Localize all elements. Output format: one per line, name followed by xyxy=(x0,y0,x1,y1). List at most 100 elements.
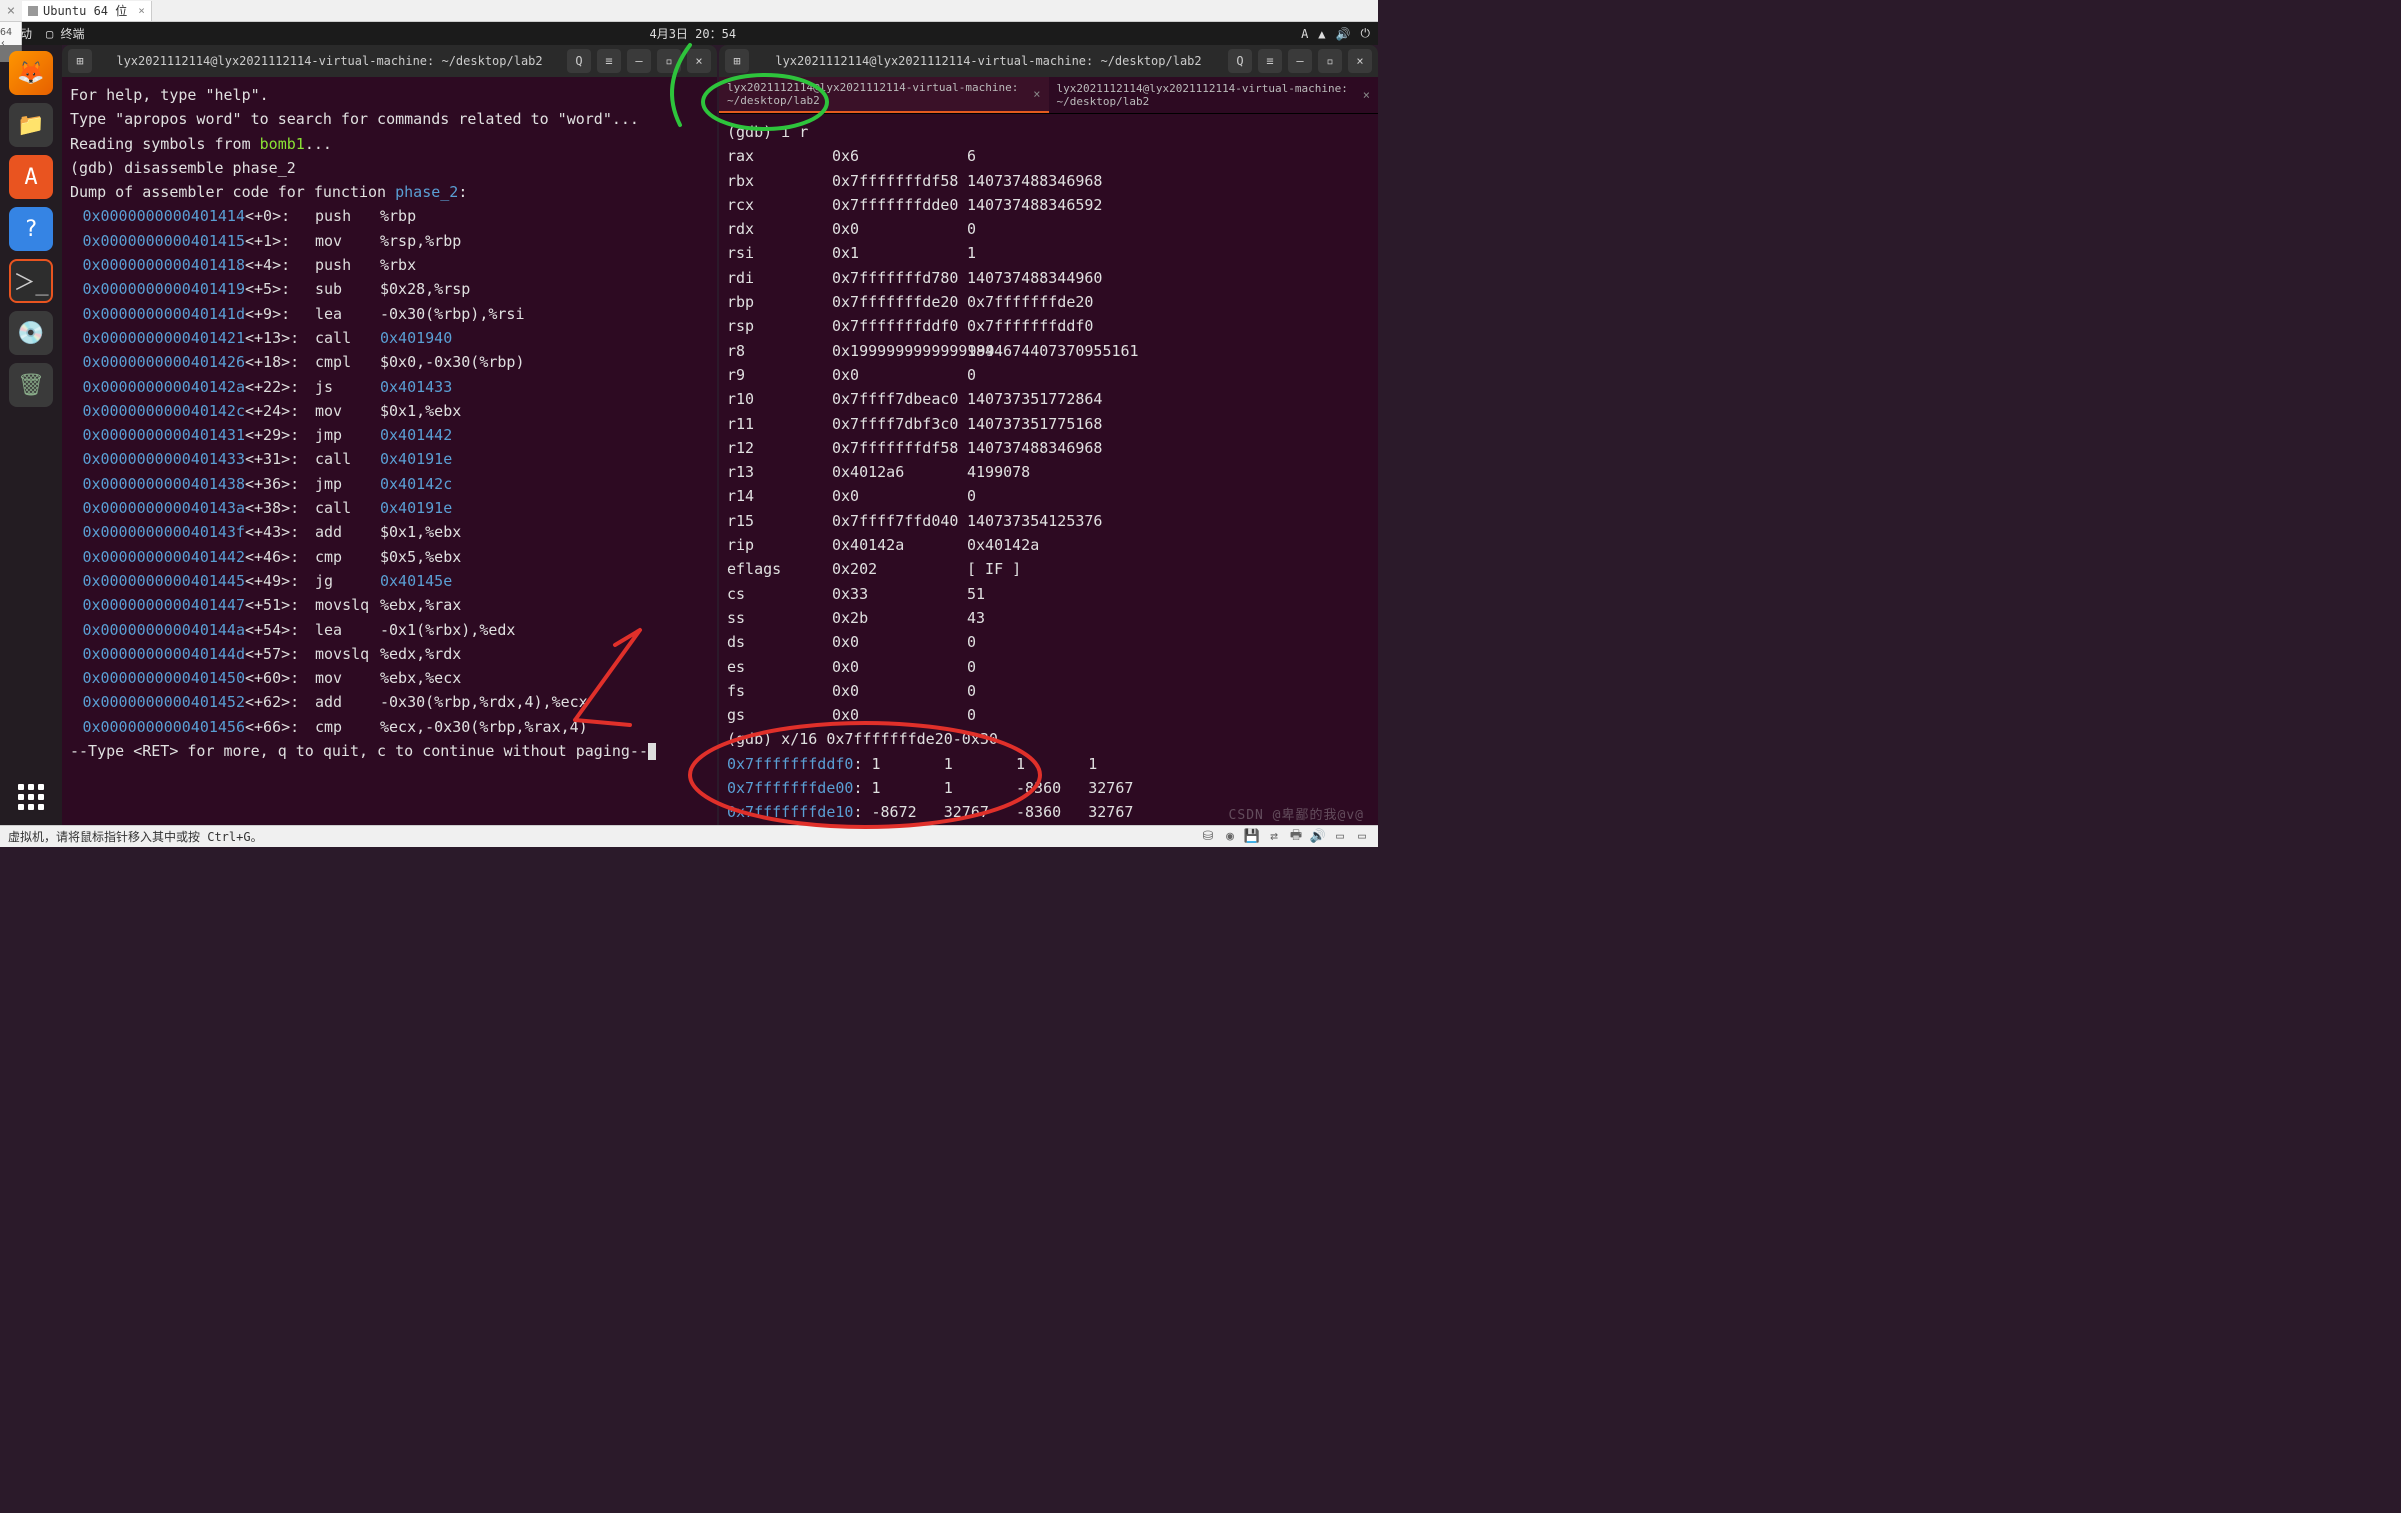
gdb-cmd: (gdb) x/16 0x7fffffffde20-0x30 xyxy=(727,727,1370,751)
register-row: r110x7ffff7dbf3c0140737351775168 xyxy=(727,412,1370,436)
usb-icon[interactable]: ▭ xyxy=(1332,829,1348,845)
disk-icon[interactable]: ⛁ xyxy=(1200,829,1216,845)
register-row: cs0x3351 xyxy=(727,582,1370,606)
network-icon: ▲ xyxy=(1318,27,1325,41)
asm-row: 0x0000000000401445 <+49>:jg0x40145e xyxy=(70,569,709,593)
power-icon: ⏻ xyxy=(1360,26,1370,41)
register-row: rdi0x7fffffffd780140737488344960 xyxy=(727,266,1370,290)
register-row: es0x00 xyxy=(727,655,1370,679)
clock[interactable]: 4月3日 20：54 xyxy=(649,25,736,42)
memory-row: 0x7fffffffddf0: 1 1 1 1 xyxy=(727,752,1370,776)
status-icons: ⛁ ◉ 💾 ⇄ 🖶 🔊 ▭ ▭ xyxy=(1200,829,1370,845)
register-row: rdx0x00 xyxy=(727,217,1370,241)
asm-row: 0x0000000000401456 <+66>:cmp%ecx,-0x30(%… xyxy=(70,715,709,739)
terminal-output-right[interactable]: (gdb) i r rax0x66rbx0x7fffffffdf58140737… xyxy=(719,114,1378,825)
register-row: r150x7ffff7ffd040140737354125376 xyxy=(727,509,1370,533)
asm-row: 0x0000000000401438 <+36>:jmp0x40142c xyxy=(70,472,709,496)
asm-row: 0x0000000000401419 <+5>:sub$0x28,%rsp xyxy=(70,277,709,301)
message-icon[interactable]: ▭ xyxy=(1354,829,1370,845)
terminal-output-left[interactable]: For help, type "help". Type "apropos wor… xyxy=(62,77,717,825)
dump-line: Dump of assembler code for function phas… xyxy=(70,180,709,204)
apropos-line: Type "apropos word" to search for comman… xyxy=(70,107,709,131)
terminal-window-left: ⊞ lyx2021112114@lyx2021112114-virtual-ma… xyxy=(62,45,717,825)
asm-row: 0x000000000040141d <+9>:lea-0x30(%rbp),%… xyxy=(70,302,709,326)
search-button[interactable]: Q xyxy=(567,49,591,73)
menu-button[interactable]: ≡ xyxy=(1258,49,1282,73)
volume-icon: 🔊 xyxy=(1336,27,1351,41)
vm-tab-bar: × Ubuntu 64 位 × xyxy=(0,0,1378,22)
asm-row: 0x000000000040144a <+54>:lea-0x1(%rbx),%… xyxy=(70,618,709,642)
close-icon[interactable]: × xyxy=(1363,88,1370,102)
register-row: rcx0x7fffffffdde0140737488346592 xyxy=(727,193,1370,217)
app-menu[interactable]: ▢ 终端 xyxy=(46,25,84,42)
register-row: r80x19999999999999991844674407370955161 xyxy=(727,339,1370,363)
register-row: rbp0x7fffffffde200x7fffffffde20 xyxy=(727,290,1370,314)
maximize-button[interactable]: ▫ xyxy=(1318,49,1342,73)
vm-tab-label: Ubuntu 64 位 xyxy=(43,2,127,19)
firefox-icon[interactable]: 🦊 xyxy=(9,51,53,95)
maximize-button[interactable]: ▫ xyxy=(657,49,681,73)
asm-row: 0x0000000000401431 <+29>:jmp0x401442 xyxy=(70,423,709,447)
vm-tab[interactable]: Ubuntu 64 位 × xyxy=(22,1,152,21)
register-row: r120x7fffffffdf58140737488346968 xyxy=(727,436,1370,460)
terminal-tab-1[interactable]: lyx2021112114@lyx2021112114-virtual-mach… xyxy=(719,77,1049,113)
show-apps-button[interactable] xyxy=(9,775,53,819)
register-row: rax0x66 xyxy=(727,144,1370,168)
vm-tab-close-left[interactable]: × xyxy=(0,3,22,19)
minimize-button[interactable]: – xyxy=(1288,49,1312,73)
gnome-top-bar: 活动 ▢ 终端 4月3日 20：54 A ▲ 🔊 ⏻ xyxy=(0,22,1378,45)
asm-row: 0x000000000040144d <+57>:movslq%edx,%rdx xyxy=(70,642,709,666)
dock: 🦊 📁 A ? ＞_ 💿 🗑 xyxy=(0,45,62,825)
menu-button[interactable]: ≡ xyxy=(597,49,621,73)
register-row: rsi0x11 xyxy=(727,241,1370,265)
floppy-icon[interactable]: 💾 xyxy=(1244,829,1260,845)
gdb-cmd: (gdb) i r xyxy=(727,120,1370,144)
tab-strip: lyx2021112114@lyx2021112114-virtual-mach… xyxy=(719,77,1378,114)
register-row: r90x00 xyxy=(727,363,1370,387)
asm-row: 0x0000000000401414 <+0>:push%rbp xyxy=(70,204,709,228)
tab-label: lyx2021112114@lyx2021112114-virtual-mach… xyxy=(727,81,1033,107)
input-icon: A xyxy=(1301,27,1308,41)
files-icon[interactable]: 📁 xyxy=(9,103,53,147)
asm-row: 0x0000000000401426 <+18>:cmpl$0x0,-0x30(… xyxy=(70,350,709,374)
help-icon[interactable]: ? xyxy=(9,207,53,251)
new-tab-button[interactable]: ⊞ xyxy=(725,49,749,73)
register-row: rbx0x7fffffffdf58140737488346968 xyxy=(727,169,1370,193)
asm-row: 0x0000000000401433 <+31>:call0x40191e xyxy=(70,447,709,471)
ubuntu-icon xyxy=(28,6,38,16)
register-row: gs0x00 xyxy=(727,703,1370,727)
close-icon[interactable]: × xyxy=(1033,87,1040,101)
register-row: r140x00 xyxy=(727,484,1370,508)
vm-status-bar: 虚拟机，请将鼠标指针移入其中或按 Ctrl+G。 ⛁ ◉ 💾 ⇄ 🖶 🔊 ▭ ▭ xyxy=(0,825,1378,847)
tab-label: lyx2021112114@lyx2021112114-virtual-mach… xyxy=(1057,82,1363,108)
system-tray[interactable]: A ▲ 🔊 ⏻ xyxy=(1301,26,1370,41)
register-row: ss0x2b43 xyxy=(727,606,1370,630)
network-icon[interactable]: ⇄ xyxy=(1266,829,1282,845)
cd-icon[interactable]: ◉ xyxy=(1222,829,1238,845)
gdb-cmd: (gdb) disassemble phase_2 xyxy=(70,156,709,180)
search-button[interactable]: Q xyxy=(1228,49,1252,73)
asm-row: 0x000000000040143a <+38>:call0x40191e xyxy=(70,496,709,520)
close-button[interactable]: × xyxy=(687,49,711,73)
asm-row: 0x0000000000401447 <+51>:movslq%ebx,%rax xyxy=(70,593,709,617)
terminal-window-right: ⊞ lyx2021112114@lyx2021112114-virtual-ma… xyxy=(719,45,1378,825)
disc-icon[interactable]: 💿 xyxy=(9,311,53,355)
asm-row: 0x0000000000401442 <+46>:cmp$0x5,%ebx xyxy=(70,545,709,569)
asm-row: 0x0000000000401421 <+13>:call0x401940 xyxy=(70,326,709,350)
terminal-icon[interactable]: ＞_ xyxy=(9,259,53,303)
terminal-tab-2[interactable]: lyx2021112114@lyx2021112114-virtual-mach… xyxy=(1049,77,1379,113)
register-row: eflags0x202[ IF ] xyxy=(727,557,1370,581)
titlebar-left: ⊞ lyx2021112114@lyx2021112114-virtual-ma… xyxy=(62,45,717,77)
sound-icon[interactable]: 🔊 xyxy=(1310,829,1326,845)
asm-row: 0x000000000040143f <+43>:add$0x1,%ebx xyxy=(70,520,709,544)
close-icon[interactable]: × xyxy=(138,4,145,17)
close-button[interactable]: × xyxy=(1348,49,1372,73)
minimize-button[interactable]: – xyxy=(627,49,651,73)
new-tab-button[interactable]: ⊞ xyxy=(68,49,92,73)
asm-row: 0x0000000000401452 <+62>:add-0x30(%rbp,%… xyxy=(70,690,709,714)
trash-icon[interactable]: 🗑 xyxy=(9,363,53,407)
printer-icon[interactable]: 🖶 xyxy=(1288,829,1304,845)
register-row: rip0x40142a0x40142a xyxy=(727,533,1370,557)
software-icon[interactable]: A xyxy=(9,155,53,199)
register-row: r130x4012a64199078 xyxy=(727,460,1370,484)
